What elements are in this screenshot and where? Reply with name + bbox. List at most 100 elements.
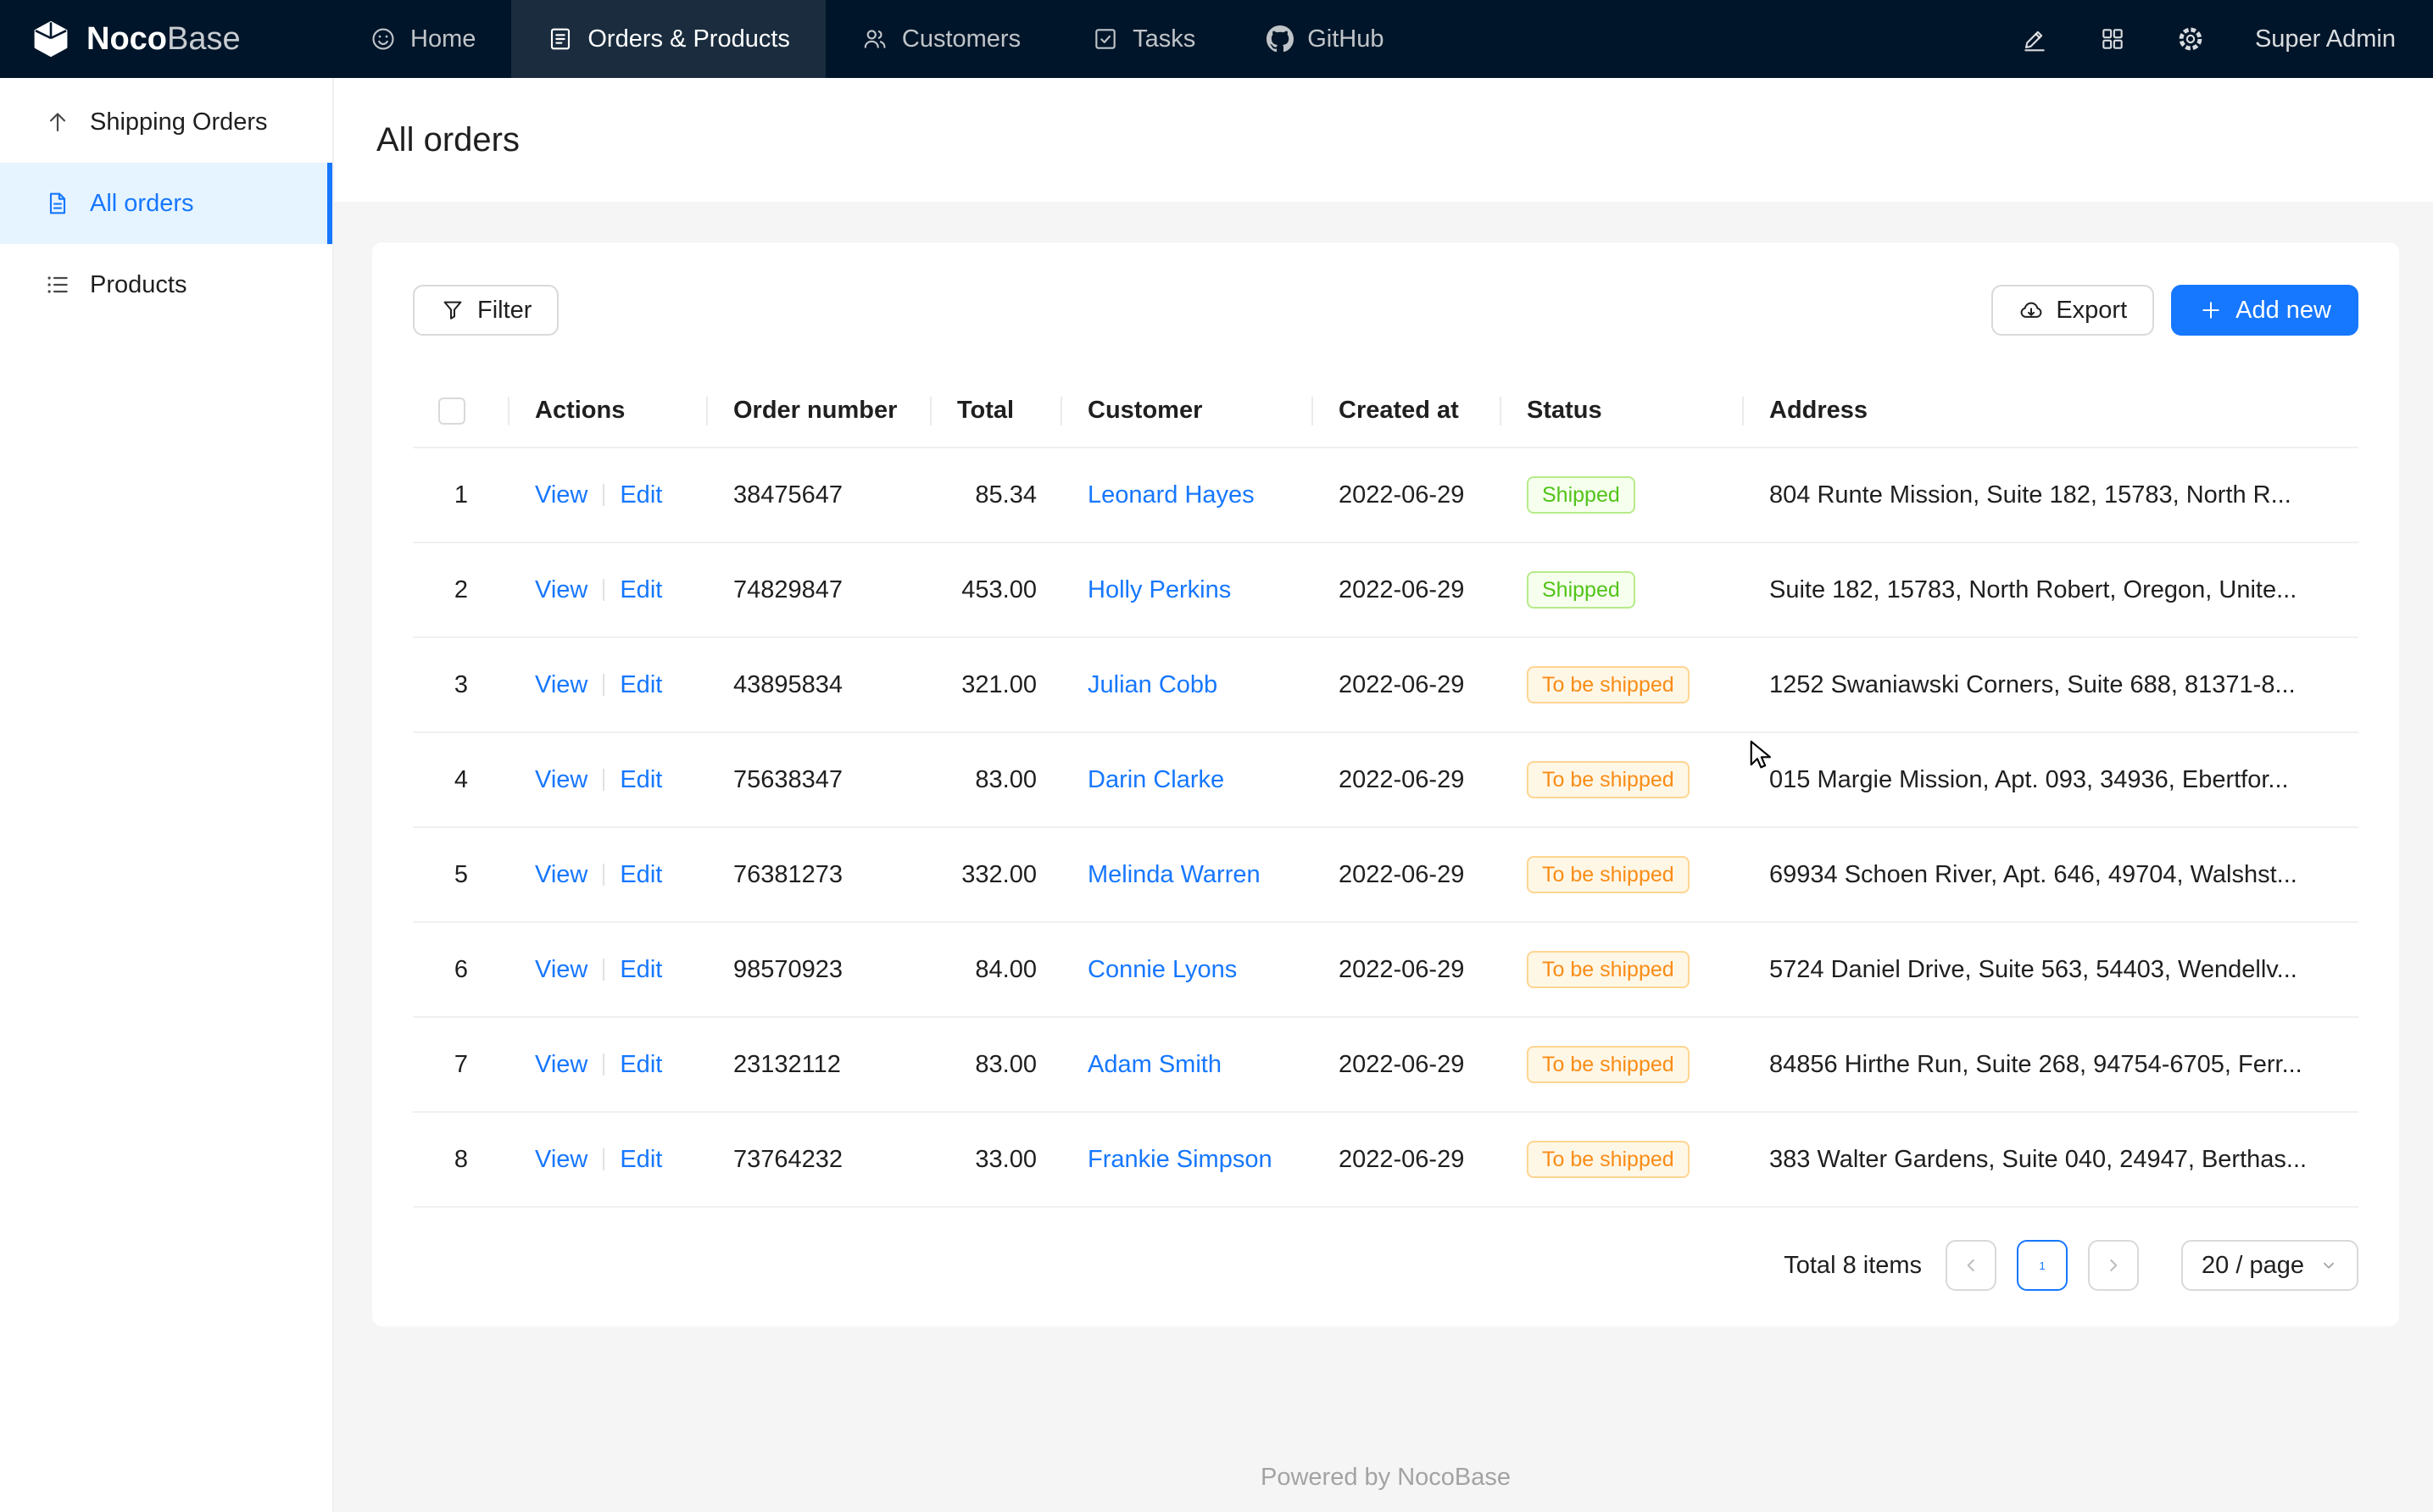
status-badge: To be shipped	[1527, 951, 1690, 988]
order-number-cell: 73764232	[708, 1112, 932, 1207]
status-cell: To be shipped	[1501, 1112, 1744, 1207]
customer-link[interactable]: Melinda Warren	[1088, 861, 1261, 888]
pagination-total: Total 8 items	[1784, 1252, 1922, 1280]
orders-card: Filter Export Add new	[372, 242, 2399, 1326]
pagination-page-1[interactable]: 1	[2017, 1240, 2068, 1291]
edit-link[interactable]: Edit	[620, 956, 662, 983]
edit-link[interactable]: Edit	[620, 1051, 662, 1078]
action-divider	[603, 864, 604, 886]
view-link[interactable]: View	[535, 956, 587, 983]
powered-by-footer: Powered by NocoBase	[372, 1430, 2399, 1512]
edit-link[interactable]: Edit	[620, 861, 662, 888]
view-link[interactable]: View	[535, 671, 587, 698]
add-new-button[interactable]: Add new	[2171, 285, 2358, 336]
status-badge: To be shipped	[1527, 1141, 1690, 1178]
view-link[interactable]: View	[535, 861, 587, 888]
highlight-pen-icon[interactable]	[2021, 25, 2048, 53]
toolbar-right: Export Add new	[1991, 285, 2358, 336]
customer-link[interactable]: Darin Clarke	[1088, 766, 1224, 793]
edit-link[interactable]: Edit	[620, 1146, 662, 1173]
column-header-address: Address	[1744, 375, 2358, 447]
order-number-cell: 23132112	[708, 1017, 932, 1112]
customer-link[interactable]: Julian Cobb	[1088, 671, 1217, 698]
total-cell: 453.00	[932, 542, 1062, 637]
customer-link[interactable]: Holly Perkins	[1088, 576, 1231, 603]
table-row: 6 ViewEdit 98570923 84.00 Connie Lyons 2…	[413, 922, 2358, 1017]
customer-link[interactable]: Adam Smith	[1088, 1051, 1222, 1078]
pagination: Total 8 items 1 20 / page	[413, 1240, 2358, 1291]
page-header: All orders	[334, 78, 2433, 202]
page-size-select[interactable]: 20 / page	[2181, 1240, 2358, 1291]
row-actions: View Edit	[509, 637, 708, 732]
pagination-prev-button[interactable]	[1946, 1240, 1996, 1291]
nav-item-home[interactable]: Home	[334, 0, 511, 78]
total-cell: 83.00	[932, 1017, 1062, 1112]
nocobase-logo[interactable]: NocoBase	[0, 0, 334, 78]
list-icon	[44, 271, 71, 298]
nav-label: Tasks	[1133, 25, 1195, 53]
view-link[interactable]: View	[535, 1051, 587, 1078]
total-cell: 33.00	[932, 1112, 1062, 1207]
table-row: 5 ViewEdit 76381273 332.00 Melinda Warre…	[413, 827, 2358, 922]
edit-link[interactable]: Edit	[620, 481, 662, 509]
view-link[interactable]: View	[535, 481, 587, 509]
sidebar-item-products[interactable]: Products	[0, 244, 332, 325]
view-link[interactable]: View	[535, 766, 587, 793]
view-link[interactable]: View	[535, 1146, 587, 1173]
row-actions: View Edit	[509, 827, 708, 922]
total-cell: 84.00	[932, 922, 1062, 1017]
table-row: 3 ViewEdit 43895834 321.00 Julian Cobb 2…	[413, 637, 2358, 732]
row-index: 4	[413, 732, 509, 827]
view-link[interactable]: View	[535, 576, 587, 603]
filter-button[interactable]: Filter	[413, 285, 559, 336]
address-cell: 69934 Schoen River, Apt. 646, 49704, Wal…	[1744, 827, 2358, 922]
customer-link[interactable]: Leonard Hayes	[1088, 481, 1255, 509]
select-all-checkbox[interactable]	[438, 397, 465, 425]
nav-item-github[interactable]: GitHub	[1231, 0, 1419, 78]
action-divider	[603, 674, 604, 696]
main-area: All orders Filter Export	[334, 0, 2433, 1512]
address-cell: 5724 Daniel Drive, Suite 563, 54403, Wen…	[1744, 922, 2358, 1017]
edit-link[interactable]: Edit	[620, 671, 662, 698]
github-icon	[1267, 25, 1294, 53]
apps-grid-icon[interactable]	[2099, 25, 2126, 53]
export-button-label: Export	[2056, 297, 2127, 325]
customer-cell: Julian Cobb	[1062, 637, 1313, 732]
status-cell: To be shipped	[1501, 732, 1744, 827]
customer-link[interactable]: Frankie Simpson	[1088, 1146, 1272, 1173]
sidebar-item-shipping-orders[interactable]: Shipping Orders	[0, 81, 332, 163]
nav-item-tasks[interactable]: Tasks	[1056, 0, 1231, 78]
nav-item-customers[interactable]: Customers	[826, 0, 1056, 78]
nav-label: Orders & Products	[587, 25, 790, 53]
row-actions: View Edit	[509, 732, 708, 827]
nav-label: Home	[410, 25, 476, 53]
edit-link[interactable]: Edit	[620, 766, 662, 793]
row-index: 2	[413, 542, 509, 637]
created-at-cell: 2022-06-29	[1313, 922, 1501, 1017]
status-badge: Shipped	[1527, 476, 1635, 514]
pagination-next-button[interactable]	[2088, 1240, 2139, 1291]
chevron-right-icon	[2102, 1254, 2124, 1276]
order-number-cell: 74829847	[708, 542, 932, 637]
user-menu[interactable]: Super Admin	[2255, 25, 2396, 53]
row-actions: View Edit	[509, 1112, 708, 1207]
created-at-cell: 2022-06-29	[1313, 542, 1501, 637]
action-divider	[603, 769, 604, 791]
action-divider	[603, 484, 604, 506]
export-button[interactable]: Export	[1991, 285, 2154, 336]
total-cell: 83.00	[932, 732, 1062, 827]
row-actions: View Edit	[509, 542, 708, 637]
page-title: All orders	[376, 121, 520, 159]
gear-icon[interactable]	[2177, 25, 2204, 53]
sidebar-item-all-orders[interactable]: All orders	[0, 163, 332, 244]
table-row: 7 ViewEdit 23132112 83.00 Adam Smith 202…	[413, 1017, 2358, 1112]
action-divider	[603, 579, 604, 601]
row-index: 7	[413, 1017, 509, 1112]
edit-link[interactable]: Edit	[620, 576, 662, 603]
row-actions: View Edit	[509, 447, 708, 542]
column-header-actions: Actions	[509, 375, 708, 447]
created-at-cell: 2022-06-29	[1313, 637, 1501, 732]
nav-item-orders-products[interactable]: Orders & Products	[511, 0, 826, 78]
customer-link[interactable]: Connie Lyons	[1088, 956, 1237, 983]
nav-label: Customers	[902, 25, 1021, 53]
